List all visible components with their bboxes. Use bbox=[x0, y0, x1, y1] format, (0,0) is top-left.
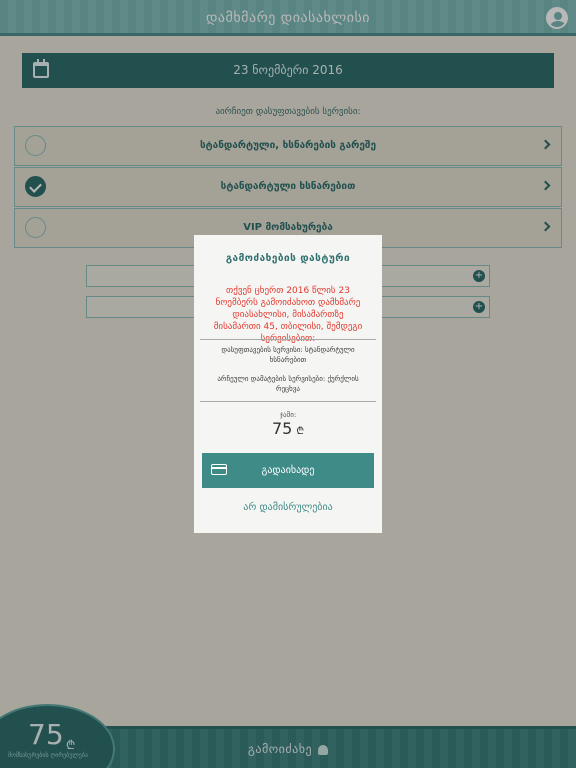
pay-button[interactable]: გადაიხადე bbox=[202, 453, 374, 488]
sum-label: ჯამი: bbox=[279, 411, 297, 419]
currency-symbol: ₾ bbox=[296, 426, 305, 437]
cancel-link[interactable]: არ დამისრულებია bbox=[194, 502, 382, 513]
sum-value: 75 bbox=[271, 419, 293, 438]
divider bbox=[200, 339, 376, 340]
detail-service: დასუფთავების სერვისი: სტანდარტული ხსნარე… bbox=[221, 346, 355, 364]
detail-extra: არჩეული დამატების სერვისები: ქურქლის რეც… bbox=[217, 375, 359, 393]
divider bbox=[200, 401, 376, 402]
sum-amount: 75 ₾ bbox=[194, 419, 382, 438]
credit-card-icon bbox=[211, 464, 227, 475]
dialog-message: თქვენ ცხერთ 2016 წლის 23 ნოემბერს გამოიძ… bbox=[213, 286, 363, 344]
pay-label: გადაიხადე bbox=[261, 465, 315, 476]
dialog-title: გამოძახების დასტური bbox=[225, 253, 351, 264]
confirmation-dialog: გამოძახების დასტური თქვენ ცხერთ 2016 წლი… bbox=[194, 235, 382, 533]
